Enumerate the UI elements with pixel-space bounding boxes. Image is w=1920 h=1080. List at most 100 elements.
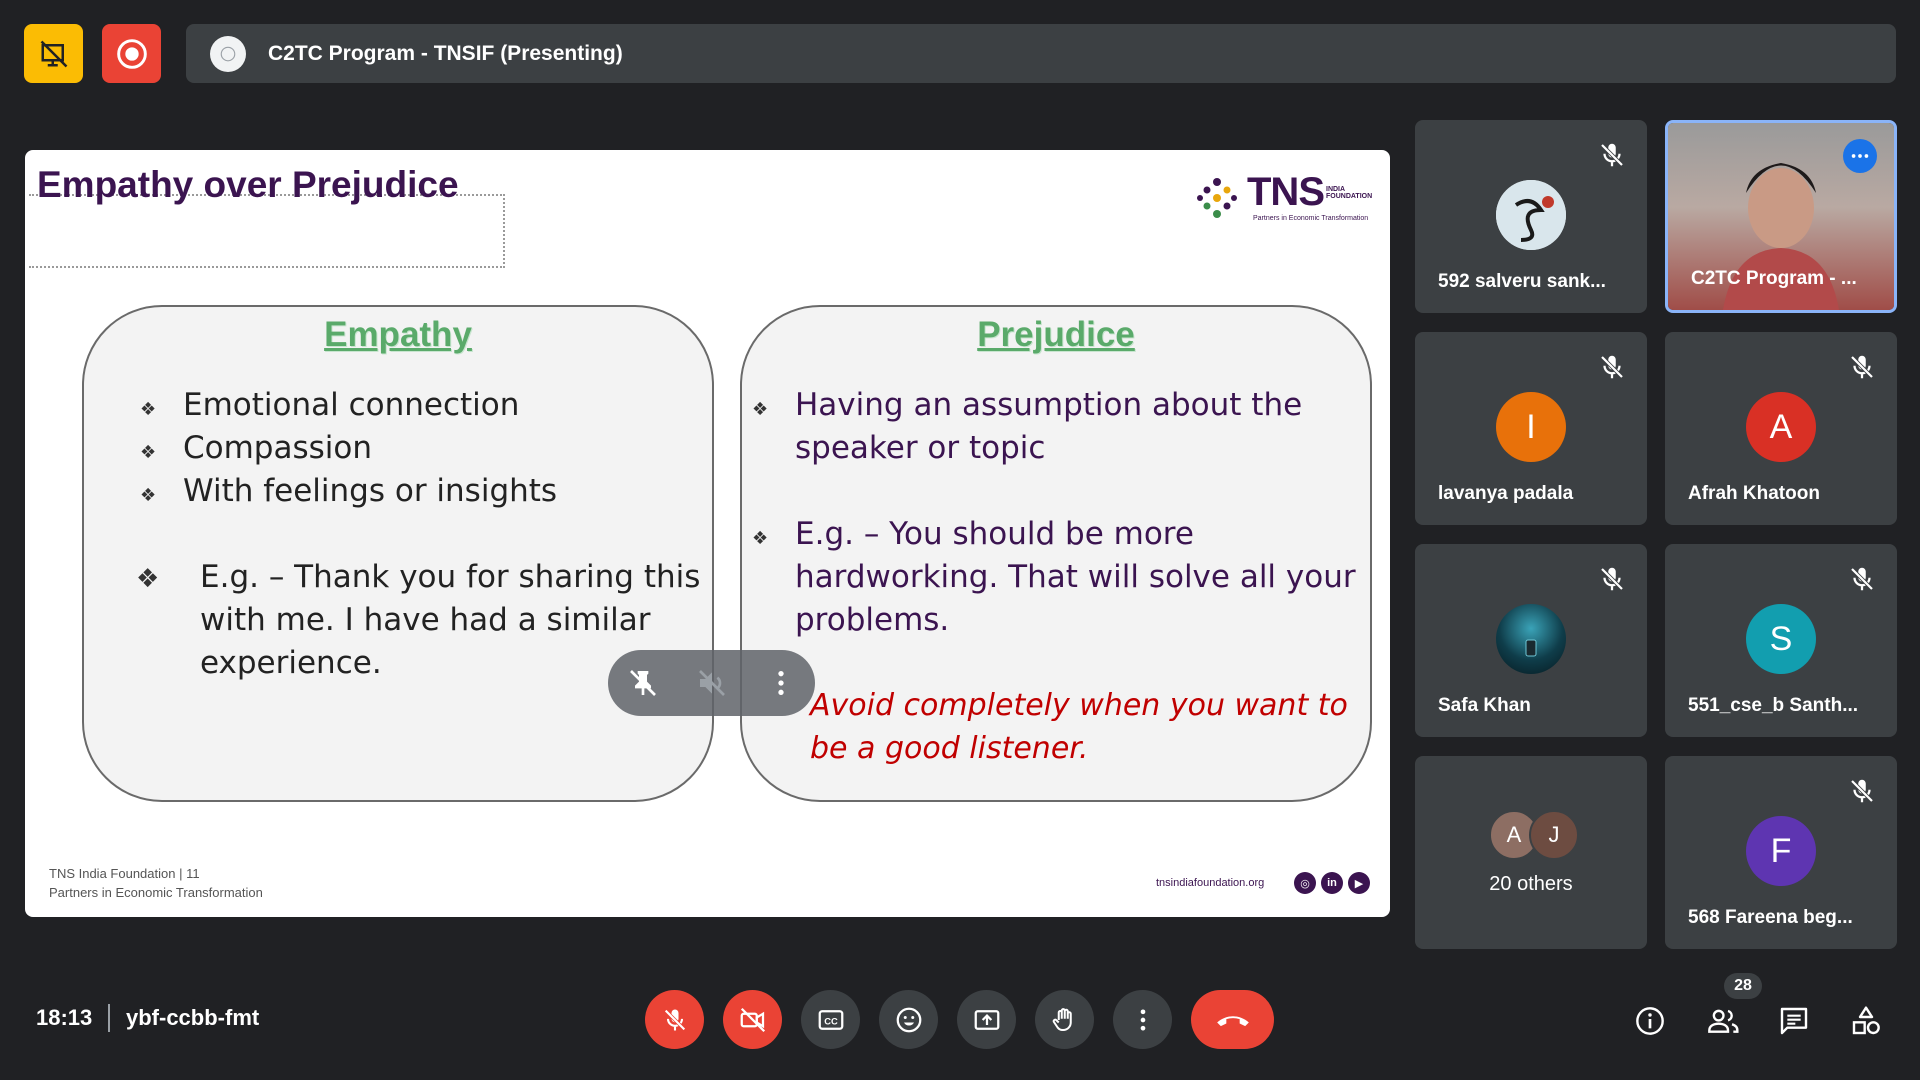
avatar xyxy=(1496,180,1566,250)
tile-hover-controls xyxy=(608,650,815,716)
people-count-badge: 28 xyxy=(1724,973,1762,999)
bullet-diamond-icon: ❖ xyxy=(752,528,769,548)
participant-name: 551_cse_b Santh... xyxy=(1688,695,1859,716)
people-icon xyxy=(1708,1009,1739,1033)
others-tile[interactable]: A J 20 others xyxy=(1415,756,1647,949)
presentation-slide: Empathy over Prejudice TNS INDIA FOUNDAT… xyxy=(25,150,1390,917)
more-options-button[interactable] xyxy=(1113,990,1172,1049)
participant-tile[interactable]: F 568 Fareena beg... xyxy=(1665,756,1897,949)
slide-footer: TNS India Foundation | 11 Partners in Ec… xyxy=(49,864,263,902)
activities-icon xyxy=(1852,1006,1880,1035)
bullet-diamond-icon: ❖ xyxy=(140,485,157,505)
presentation-title-bar[interactable]: C2TC Program - TNSIF (Presenting) xyxy=(186,24,1896,83)
meeting-title: C2TC Program - TNSIF (Presenting) xyxy=(268,41,623,65)
avatar: F xyxy=(1746,816,1816,886)
empathy-example-line: experience. xyxy=(200,645,382,681)
participant-tile[interactable]: Safa Khan xyxy=(1415,544,1647,737)
avatar xyxy=(1496,604,1566,674)
empathy-bullet: With feelings or insights xyxy=(183,473,558,509)
reactions-button[interactable] xyxy=(879,990,938,1049)
present-screen-icon xyxy=(974,1009,999,1030)
profile-picture-icon xyxy=(1496,180,1566,250)
recording-button[interactable] xyxy=(102,24,161,83)
activities-button[interactable] xyxy=(1848,1003,1884,1039)
instagram-icon: ◎ xyxy=(1294,872,1316,894)
logo-text: TNS xyxy=(1247,170,1325,214)
logo-tagline: Partners in Economic Transformation xyxy=(1253,215,1369,222)
chat-button[interactable] xyxy=(1776,1003,1812,1039)
empathy-example-line: E.g. – Thank you for sharing this xyxy=(200,559,701,595)
avatar: A xyxy=(1746,392,1816,462)
captions-button[interactable]: CC xyxy=(801,990,860,1049)
logo-sub-line2: FOUNDATION xyxy=(1326,193,1373,200)
emoji-icon xyxy=(896,1007,921,1032)
mute-audio-icon[interactable] xyxy=(696,667,728,699)
prejudice-bullet-line: Having an assumption about the xyxy=(795,387,1303,423)
prejudice-example-line: E.g. – You should be more xyxy=(795,516,1194,552)
others-count-label: 20 others xyxy=(1489,873,1573,895)
participant-name: lavanya padala xyxy=(1438,483,1574,504)
hand-icon xyxy=(1052,1007,1072,1031)
mic-off-icon xyxy=(1850,567,1874,591)
raise-hand-button[interactable] xyxy=(1035,990,1094,1049)
mic-off-icon xyxy=(1600,143,1624,167)
empathy-card: Empathy ❖ Emotional connection ❖ Compass… xyxy=(82,305,714,802)
meeting-code: ybf-ccbb-fmt xyxy=(126,1005,260,1030)
presenter-avatar xyxy=(210,35,246,72)
mic-off-icon xyxy=(1600,567,1624,591)
camera-button[interactable] xyxy=(723,990,782,1049)
participant-tile[interactable]: I lavanya padala xyxy=(1415,332,1647,525)
meeting-time: 18:13 xyxy=(36,1005,93,1030)
tns-logo-dots-icon xyxy=(1197,178,1237,218)
people-button[interactable] xyxy=(1704,1003,1744,1039)
mic-off-icon xyxy=(1850,779,1874,803)
linkedin-icon: in xyxy=(1321,872,1343,894)
more-options-icon[interactable] xyxy=(765,667,797,699)
avatar: I xyxy=(1496,392,1566,462)
participant-name: Safa Khan xyxy=(1438,695,1531,716)
more-options-button[interactable] xyxy=(1843,139,1877,173)
presenter-logo-icon xyxy=(220,46,236,61)
hang-up-icon xyxy=(1216,1015,1249,1026)
chat-icon xyxy=(1780,1007,1808,1035)
bullet-diamond-icon: ❖ xyxy=(140,442,157,462)
closed-captions-icon: CC xyxy=(818,1009,843,1030)
footer-org: TNS India Foundation | 11 xyxy=(49,866,200,881)
bullet-diamond-icon: ❖ xyxy=(752,399,769,419)
more-horizontal-icon xyxy=(1851,154,1869,158)
footer-tagline: Partners in Economic Transformation xyxy=(49,885,263,900)
avatar: J xyxy=(1529,810,1579,860)
prejudice-heading: Prejudice xyxy=(977,315,1135,354)
empathy-example-line: with me. I have had a similar xyxy=(200,602,651,638)
empathy-heading: Empathy xyxy=(324,315,472,354)
prejudice-example-line: hardworking. That will solve all your xyxy=(795,559,1356,595)
meeting-details-button[interactable] xyxy=(1632,1003,1668,1039)
participant-tile[interactable]: S 551_cse_b Santh... xyxy=(1665,544,1897,737)
avatar: S xyxy=(1746,604,1816,674)
prejudice-example-line: problems. xyxy=(795,602,950,638)
present-to-everyone-button[interactable] xyxy=(24,24,83,83)
participant-tile[interactable]: A Afrah Khatoon xyxy=(1665,332,1897,525)
logo-subtitle: INDIA FOUNDATION xyxy=(1326,186,1372,200)
stop-presenting-icon xyxy=(40,40,67,67)
participant-name: 568 Fareena beg... xyxy=(1688,907,1853,928)
prejudice-card: Prejudice ❖ Having an assumption about t… xyxy=(740,305,1372,802)
leave-call-button[interactable] xyxy=(1191,990,1274,1049)
more-vertical-icon xyxy=(1140,1009,1145,1030)
participant-tile-active[interactable]: C2TC Program - ... xyxy=(1665,120,1897,313)
logo-sub-line1: INDIA xyxy=(1326,186,1346,193)
microphone-button[interactable] xyxy=(645,990,704,1049)
participant-name: Afrah Khatoon xyxy=(1688,483,1820,504)
present-now-button[interactable] xyxy=(957,990,1016,1049)
mic-off-icon xyxy=(1600,355,1624,379)
pin-icon[interactable] xyxy=(627,667,659,699)
prejudice-warning-line: Avoid completely when you want to xyxy=(810,688,1348,723)
divider xyxy=(108,1004,110,1032)
youtube-icon: ▶ xyxy=(1348,872,1370,894)
footer-website: tnsindiafoundation.org xyxy=(1156,877,1265,889)
slide-title: Empathy over Prejudice xyxy=(37,164,459,205)
participant-tile[interactable]: 592 salveru sank... xyxy=(1415,120,1647,313)
empathy-bullet: Emotional connection xyxy=(183,387,520,423)
bullet-diamond-icon: ❖ xyxy=(140,399,157,419)
prejudice-warning-line: be a good listener. xyxy=(810,731,1089,766)
